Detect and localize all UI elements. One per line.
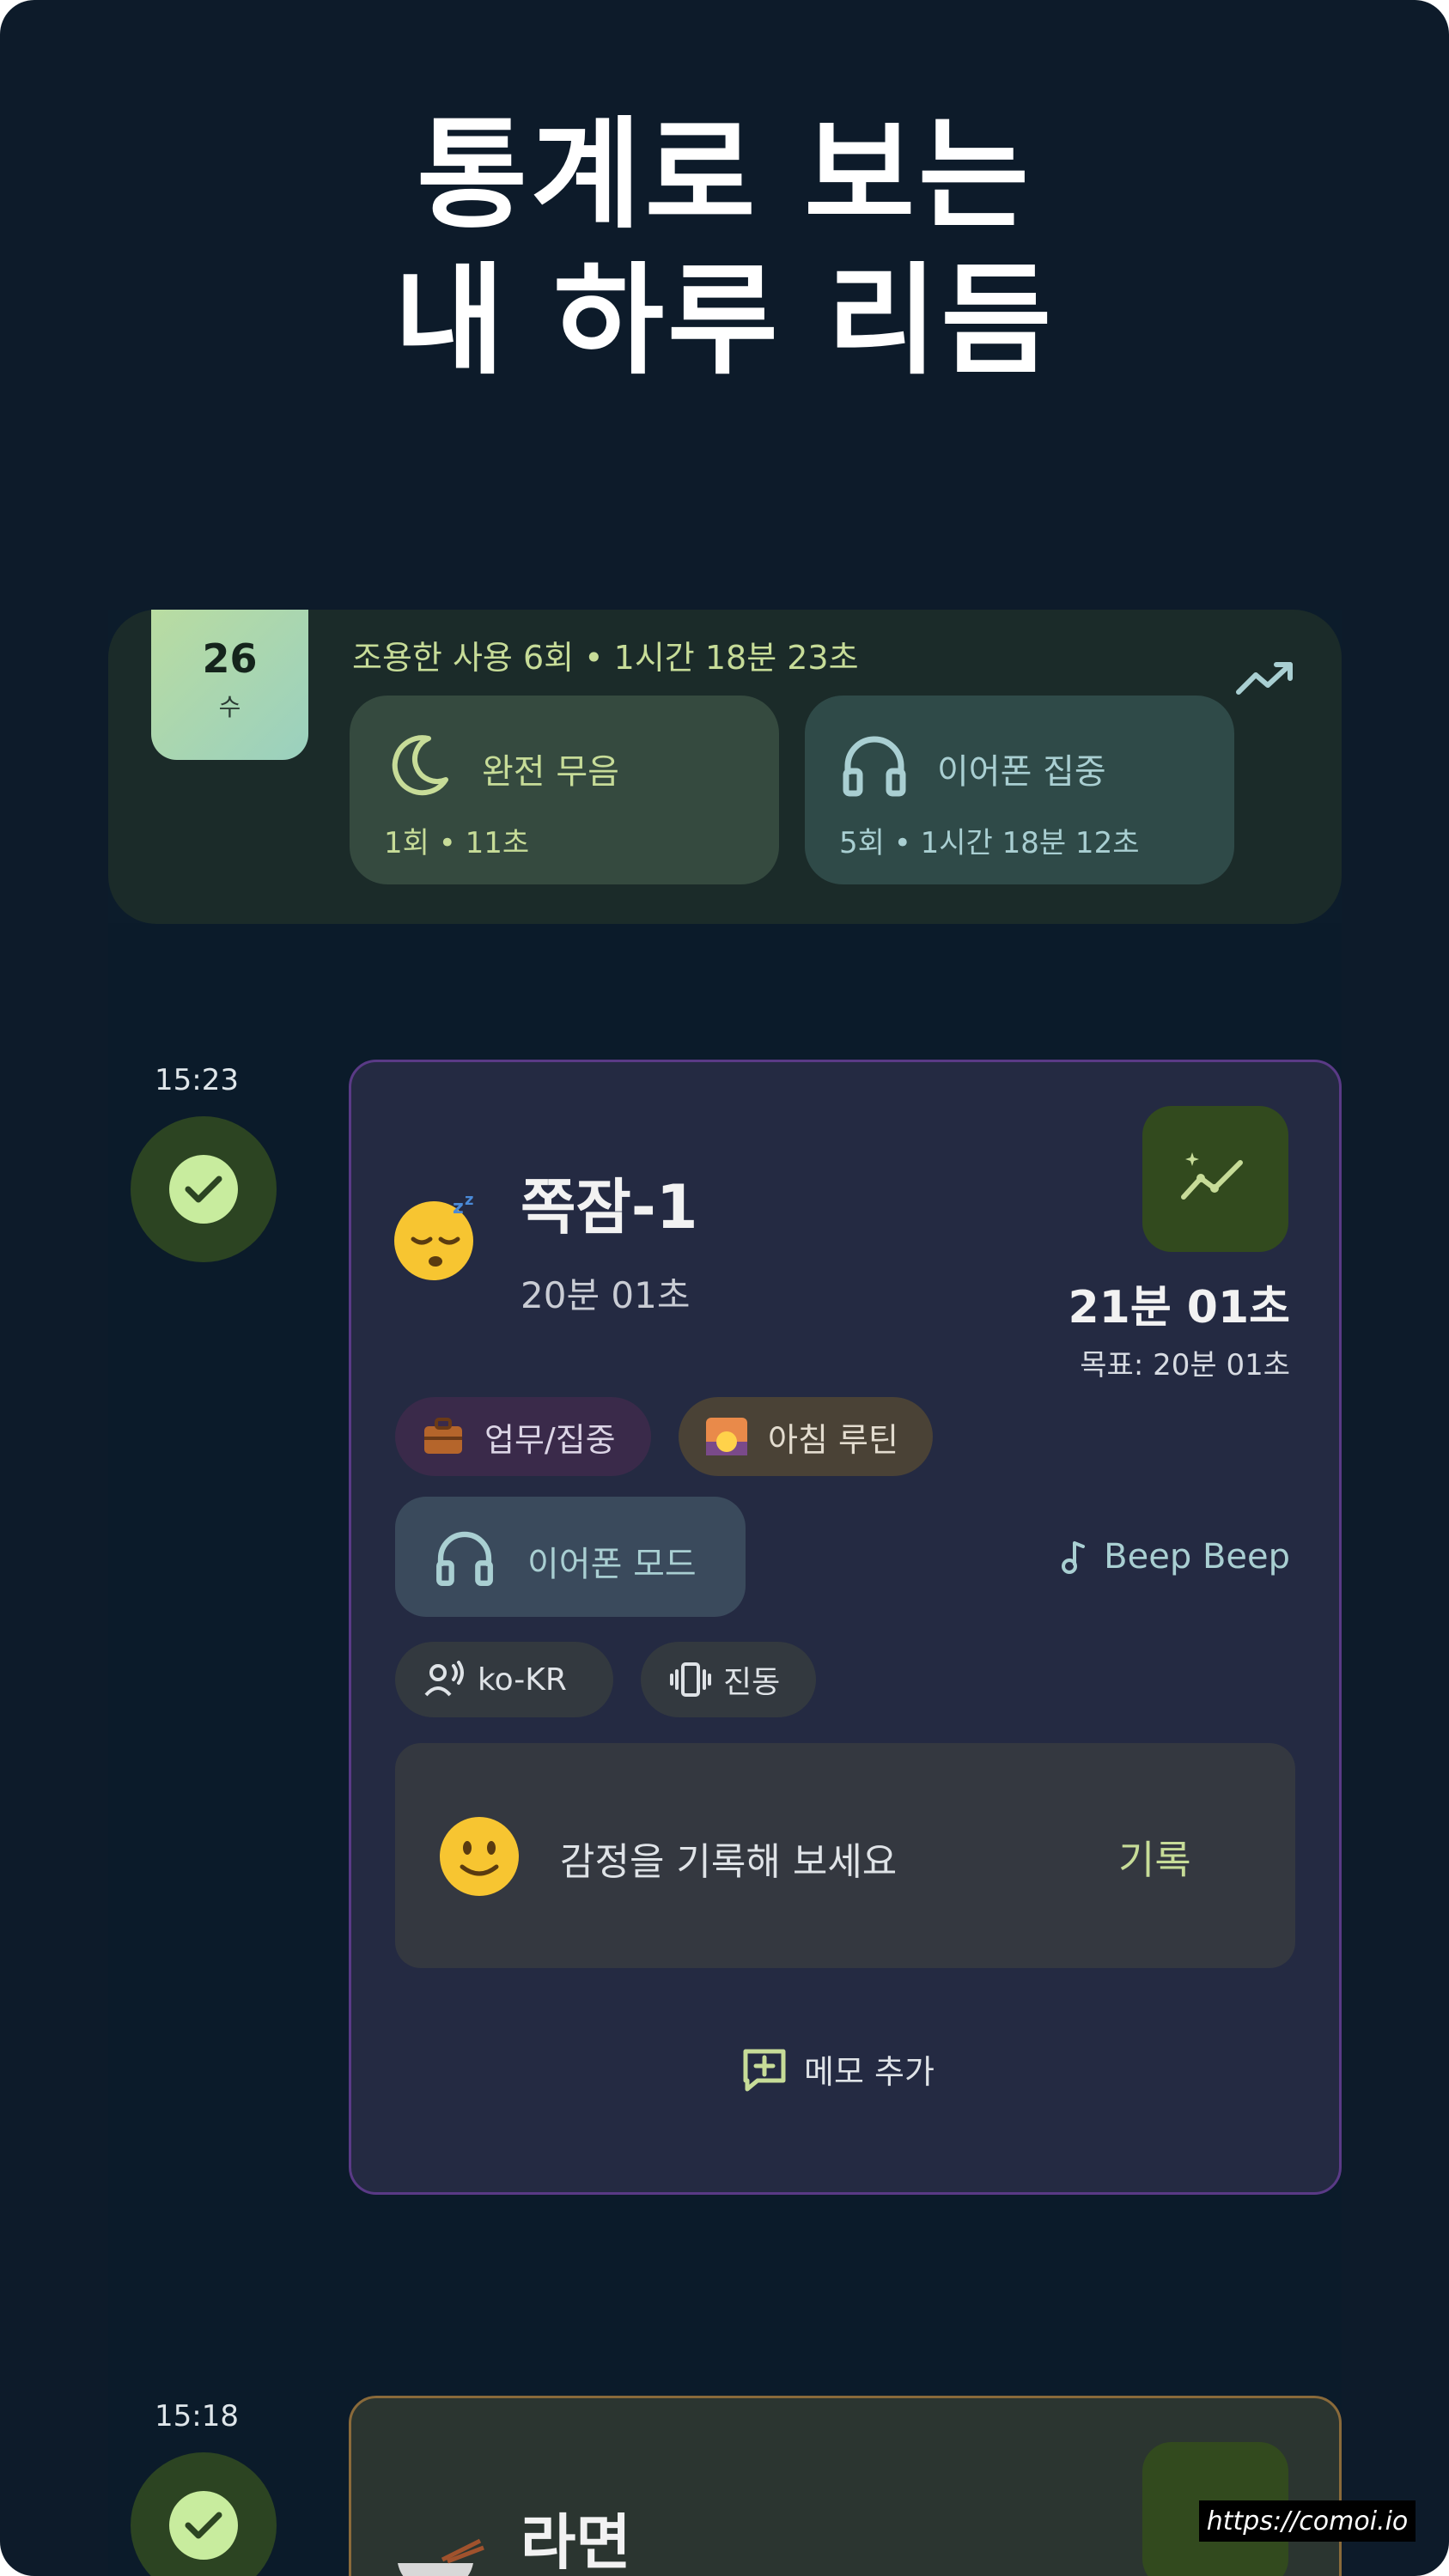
- earphone-mode-stat-card[interactable]: 이어폰 집중 5회 • 1시간 18분 12초: [805, 696, 1234, 884]
- vibration-label: 진동: [723, 1665, 781, 1700]
- usage-summary-text: 조용한 사용 6회 • 1시간 18분 23초: [352, 639, 859, 677]
- date-weekday: 수: [218, 693, 241, 721]
- vibration-chip[interactable]: 진동: [641, 1642, 816, 1717]
- check-circle: [169, 1155, 238, 1224]
- task-title: 라면: [521, 2507, 631, 2576]
- voice-language-chip[interactable]: ko-KR: [395, 1642, 613, 1717]
- goal-duration: 목표: 20분 01초: [1080, 1348, 1290, 1382]
- date-day: 26: [202, 635, 258, 682]
- insights-button[interactable]: [1142, 1106, 1288, 1252]
- earphone-mode-stats: 5회 • 1시간 18분 12초: [839, 826, 1140, 860]
- silent-mode-stats: 1회 • 11초: [384, 826, 530, 860]
- record-emotion-button[interactable]: 기록: [1118, 1829, 1191, 1886]
- earphone-mode-label: 이어폰 모드: [527, 1545, 697, 1584]
- svg-text:z: z: [453, 1197, 464, 1218]
- app-screenshot-frame: 통계로 보는 내 하루 리듬 26 수 조용한 사용 6회 • 1시간 18분 …: [0, 0, 1449, 2576]
- add-memo-label: 메모 추가: [804, 2053, 935, 2091]
- headphones-icon: [843, 736, 906, 797]
- category-chip-work[interactable]: 업무/집중: [395, 1397, 651, 1476]
- check-circle: [169, 2491, 238, 2560]
- emotion-prompt: 감정을 기록해 보세요: [560, 1840, 898, 1884]
- add-memo-button[interactable]: 메모 추가: [740, 2045, 935, 2093]
- voice-language-label: ko-KR: [478, 1662, 567, 1698]
- add-comment-icon: [743, 2049, 786, 2091]
- check-icon: [185, 2512, 222, 2539]
- trending-up-icon[interactable]: [1235, 658, 1297, 699]
- task-duration: 20분 01초: [521, 1274, 691, 1316]
- speaking-head-icon: [424, 1661, 464, 1697]
- earphone-mode-title: 이어폰 집중: [937, 752, 1106, 792]
- headphones-icon: [436, 1531, 493, 1586]
- vibration-icon: [670, 1662, 711, 1697]
- sparkle-chart-icon: [1181, 1152, 1243, 1200]
- date-badge: 26 수: [151, 610, 308, 760]
- silent-mode-title: 완전 무음: [482, 752, 619, 792]
- ramen-bowl-icon: [398, 2538, 484, 2576]
- entry-time: 15:18: [155, 2399, 239, 2433]
- category-chip-label: 아침 루틴: [768, 1420, 898, 1459]
- smiling-face-icon: [440, 1817, 519, 1896]
- category-chip-morning[interactable]: 아침 루틴: [679, 1397, 933, 1476]
- headline-line-2: 내 하루 리듬: [393, 252, 1056, 392]
- emotion-record-panel[interactable]: 감정을 기록해 보세요 기록: [395, 1743, 1295, 1968]
- sunrise-icon: [706, 1418, 747, 1455]
- check-icon: [185, 1176, 222, 1203]
- moon-icon: [392, 735, 448, 796]
- sleeping-face-icon: z z: [394, 1191, 473, 1280]
- actual-duration: 21분 01초: [1068, 1282, 1290, 1334]
- briefcase-icon: [424, 1418, 462, 1454]
- svg-text:z: z: [465, 1191, 473, 1209]
- completed-check-button[interactable]: [131, 1116, 277, 1262]
- music-note-icon: [1062, 1541, 1086, 1574]
- silent-mode-stat-card[interactable]: 완전 무음 1회 • 11초: [350, 696, 779, 884]
- entry-time: 15:23: [155, 1063, 239, 1097]
- earphone-mode-badge[interactable]: 이어폰 모드: [395, 1497, 746, 1617]
- promo-headline: 통계로 보는 내 하루 리듬: [0, 103, 1449, 395]
- alarm-sound[interactable]: Beep Beep: [1057, 1537, 1290, 1577]
- category-chip-label: 업무/집중: [484, 1420, 616, 1459]
- watermark: https://comoi.io: [1199, 2500, 1416, 2542]
- alarm-sound-label: Beep Beep: [1104, 1537, 1290, 1577]
- headline-line-1: 통계로 보는: [417, 106, 1032, 246]
- task-title: 쪽잠-1: [521, 1172, 698, 1242]
